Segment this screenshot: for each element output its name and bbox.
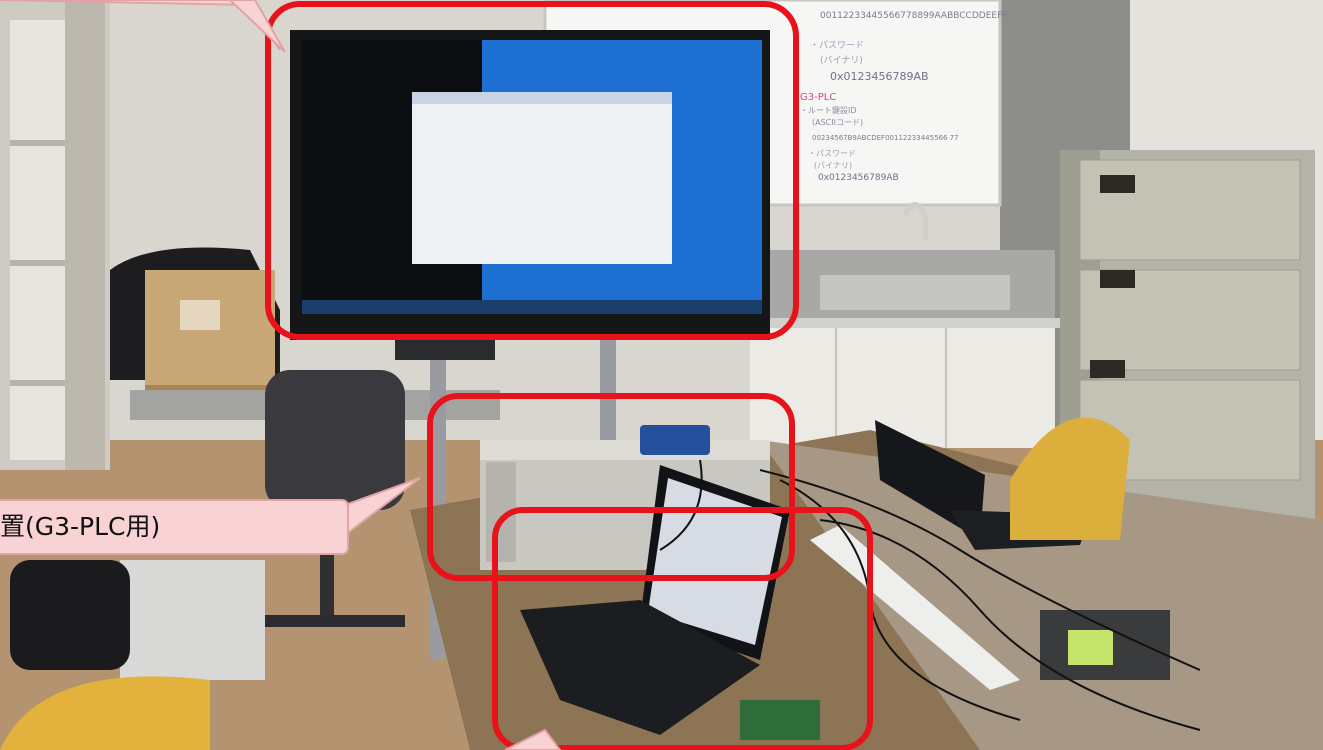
whiteboard-line: ・ルート鍵設ID [800, 105, 857, 115]
monitor-stand-right [600, 320, 616, 460]
callout-device-label: 置(G3-PLC用) [0, 512, 161, 541]
whiteboard-line: 00112233445566778899AABBCCDDEEFF [820, 11, 1007, 21]
photo-illustration: 00112233445566778899AABBCCDDEEFF ・パスワード … [0, 0, 1323, 750]
whiteboard-line: 0x0123456789AB [818, 173, 899, 183]
floor-bag [10, 560, 130, 670]
meter-label [1068, 630, 1113, 665]
whiteboard-line: 00234567B9ABCDEF00112233445566 77 [812, 134, 959, 142]
whiteboard-line: G3-PLC [800, 92, 836, 103]
large-monitor [290, 30, 770, 360]
cardboard-box [110, 247, 280, 393]
whiteboard-line: (バイナリ) [814, 161, 852, 170]
left-shelf [0, 0, 110, 470]
whiteboard-line: (ASCIIコード) [812, 118, 863, 127]
whiteboard-line: (バイナリ) [820, 55, 863, 66]
whiteboard-line: 0x0123456789AB [830, 70, 929, 83]
photo-scene: 00112233445566778899AABBCCDDEEFF ・パスワード … [0, 0, 1323, 750]
whiteboard-line: ・パスワード [808, 149, 856, 158]
trash-bin [120, 560, 265, 680]
whiteboard-line: ・パスワード [810, 40, 864, 51]
